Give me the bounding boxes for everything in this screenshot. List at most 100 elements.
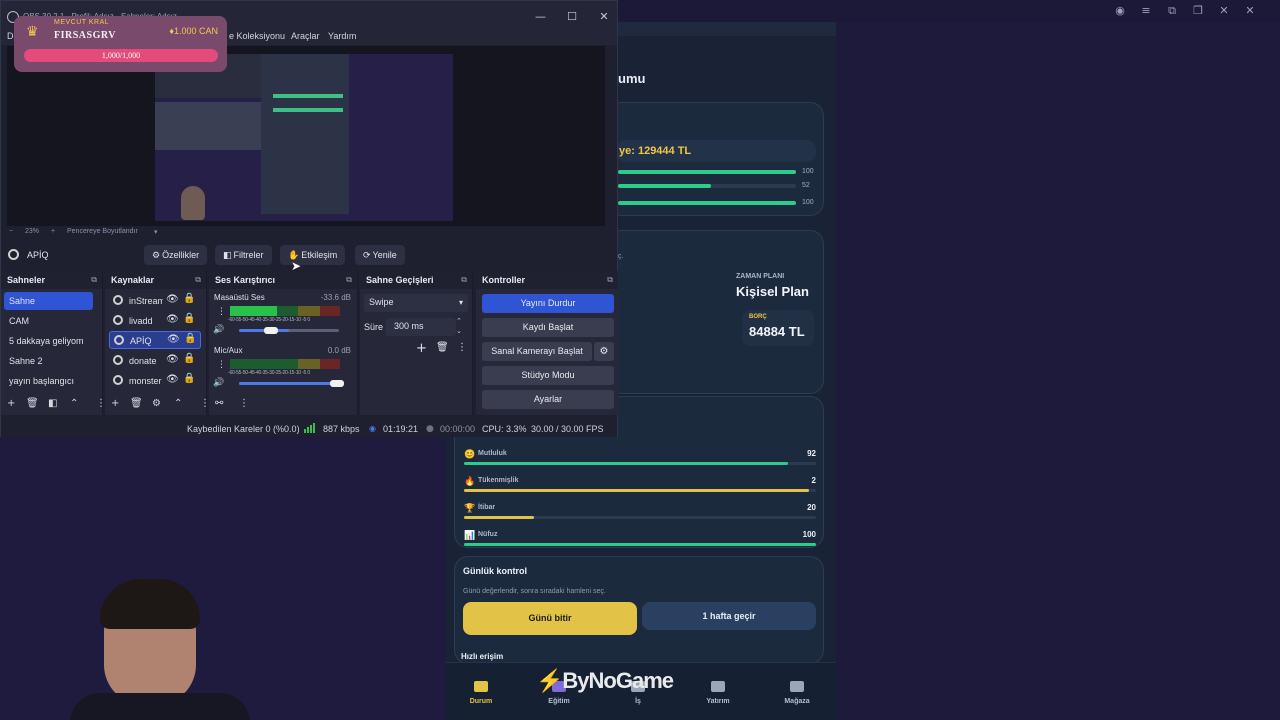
filters-button[interactable]: ◧ Filtreler: [215, 245, 272, 265]
eye-icon[interactable]: 👁: [166, 294, 179, 305]
stat-name: Nüfuz: [478, 531, 498, 538]
more-icon[interactable]: ⋮: [239, 398, 249, 409]
volume-slider[interactable]: [239, 382, 339, 385]
zoom-dropdown-icon[interactable]: ▾: [154, 228, 158, 236]
up-icon[interactable]: ⌃: [70, 398, 78, 409]
maximize-icon[interactable]: ☐: [567, 10, 577, 23]
restore-icon[interactable]: ⧉: [1166, 4, 1178, 18]
scenes-title: Sahneler: [7, 275, 46, 285]
browser-source-icon: [113, 355, 123, 365]
interact-button[interactable]: ✋ Etkileşim: [280, 245, 346, 265]
mini-progress: [618, 201, 796, 205]
scenes-dock: Sahneler ⧉ Sahne CAM 5 dakkaya geliyom Sa…: [1, 271, 106, 415]
settings-button[interactable]: Ayarlar: [482, 390, 614, 409]
speaker-icon[interactable]: 🔊: [213, 378, 224, 388]
trash-icon[interactable]: 🗑: [130, 398, 143, 409]
minimize-icon[interactable]: —: [535, 10, 546, 23]
undock-icon[interactable]: ⧉: [607, 275, 613, 285]
more-icon[interactable]: ⋮: [217, 360, 226, 370]
virtual-camera-settings-icon[interactable]: ⚙: [594, 342, 614, 361]
scene-item[interactable]: CAM: [4, 312, 93, 330]
skip-week-button[interactable]: 1 hafta geçir: [642, 602, 816, 630]
end-day-button[interactable]: Günü bitir: [463, 602, 637, 635]
undock-icon[interactable]: ⧉: [346, 275, 352, 285]
add-icon[interactable]: +: [416, 341, 427, 356]
stat-fill: [464, 543, 816, 546]
studio-mode-button[interactable]: Stüdyo Modu: [482, 366, 614, 385]
nav-item-durum[interactable]: Durum: [446, 681, 516, 705]
add-icon[interactable]: +: [111, 398, 119, 409]
lock-icon[interactable]: 🔒: [183, 293, 195, 304]
menu-item-tools[interactable]: Araçlar: [291, 31, 320, 41]
more-icon[interactable]: ⋮: [217, 307, 226, 317]
source-item[interactable]: APİQ 👁 🔒: [109, 331, 201, 349]
volume-slider[interactable]: [239, 329, 339, 332]
close-icon[interactable]: ✕: [599, 10, 609, 23]
spin-down-icon[interactable]: ⌄: [456, 327, 462, 335]
filter-icon: ◧: [223, 251, 232, 261]
nav-item-magaza[interactable]: Mağaza: [762, 681, 832, 705]
mixer-channel-name: Masaüstü Ses: [214, 293, 265, 302]
stop-stream-button[interactable]: Yayını Durdur: [482, 294, 614, 313]
volume-knob[interactable]: [330, 380, 344, 387]
duration-input[interactable]: 300 ms: [386, 318, 456, 336]
link-icon[interactable]: ⚯: [215, 398, 223, 409]
maximize-icon[interactable]: ❐: [1192, 4, 1204, 18]
controls-title: Kontroller: [482, 275, 526, 285]
scene-item[interactable]: yayın başlangıcı: [4, 372, 93, 390]
mouse-cursor-icon: ➤: [291, 259, 302, 273]
close-icon[interactable]: ✕: [1244, 4, 1256, 18]
close-icon[interactable]: ✕: [1218, 4, 1230, 18]
lock-icon[interactable]: 🔒: [184, 333, 196, 344]
lock-icon[interactable]: 🔒: [183, 313, 195, 324]
spin-up-icon[interactable]: ⌃: [456, 317, 462, 325]
menu-icon[interactable]: ≡: [1140, 4, 1152, 18]
mixer-footer: ⚯ ⋮: [209, 395, 357, 415]
menu-item-help[interactable]: Yardım: [328, 31, 356, 41]
king-label: MEVCUT KRAL: [54, 19, 110, 26]
lock-icon[interactable]: 🔒: [183, 353, 195, 364]
add-icon[interactable]: +: [7, 398, 15, 409]
virtual-camera-button[interactable]: Sanal Kamerayı Başlat: [482, 342, 592, 361]
source-item[interactable]: donate 👁 🔒: [109, 352, 201, 370]
account-icon[interactable]: ◉: [1114, 4, 1126, 18]
scene-item[interactable]: Sahne: [4, 292, 93, 310]
live-time: 01:19:21: [383, 424, 419, 434]
eye-icon[interactable]: 👁: [166, 374, 179, 385]
eye-icon[interactable]: 👁: [166, 314, 179, 325]
filter-icon[interactable]: ◧: [48, 398, 57, 409]
source-item[interactable]: monster 👁 🔒: [109, 372, 201, 390]
source-name: inStream: [129, 296, 163, 306]
plan-note: ç.: [618, 253, 624, 260]
undock-icon[interactable]: ⧉: [195, 275, 201, 285]
scene-item[interactable]: 5 dakkaya geliyom: [4, 332, 93, 350]
more-icon[interactable]: ⋮: [457, 342, 467, 353]
refresh-button[interactable]: ⟳ Yenile: [355, 245, 405, 265]
zoom-value: 23%: [25, 228, 40, 235]
zoom-in-button[interactable]: +: [51, 228, 55, 235]
transition-select[interactable]: Swipe ▾: [364, 294, 468, 312]
gear-icon[interactable]: ⚙: [152, 398, 161, 409]
volume-knob[interactable]: [264, 327, 278, 334]
fit-to-window[interactable]: Pencereye Boyutlandır: [67, 228, 138, 235]
preview-canvas[interactable]: [7, 46, 605, 226]
up-icon[interactable]: ⌃: [174, 398, 182, 409]
record-icon: ●: [426, 424, 434, 434]
speaker-icon[interactable]: 🔊: [213, 325, 224, 335]
source-item[interactable]: inStream 👁 🔒: [109, 292, 201, 310]
menu-item[interactable]: e Koleksiyonu: [229, 31, 285, 41]
properties-button[interactable]: ⚙ Özellikler: [144, 245, 208, 265]
nav-item-yatirim[interactable]: Yatırım: [683, 681, 753, 705]
trash-icon[interactable]: 🗑: [436, 342, 449, 353]
smile-icon: 😊: [464, 449, 476, 459]
scene-item[interactable]: Sahne 2: [4, 352, 93, 370]
start-recording-button[interactable]: Kaydı Başlat: [482, 318, 614, 337]
lock-icon[interactable]: 🔒: [183, 373, 195, 384]
source-item[interactable]: livadd 👁 🔒: [109, 312, 201, 330]
eye-icon[interactable]: 👁: [167, 334, 180, 345]
eye-icon[interactable]: 👁: [166, 354, 179, 365]
trash-icon[interactable]: 🗑: [26, 398, 39, 409]
undock-icon[interactable]: ⧉: [91, 275, 97, 285]
undock-icon[interactable]: ⧉: [461, 275, 467, 285]
zoom-out-button[interactable]: −: [9, 228, 13, 235]
